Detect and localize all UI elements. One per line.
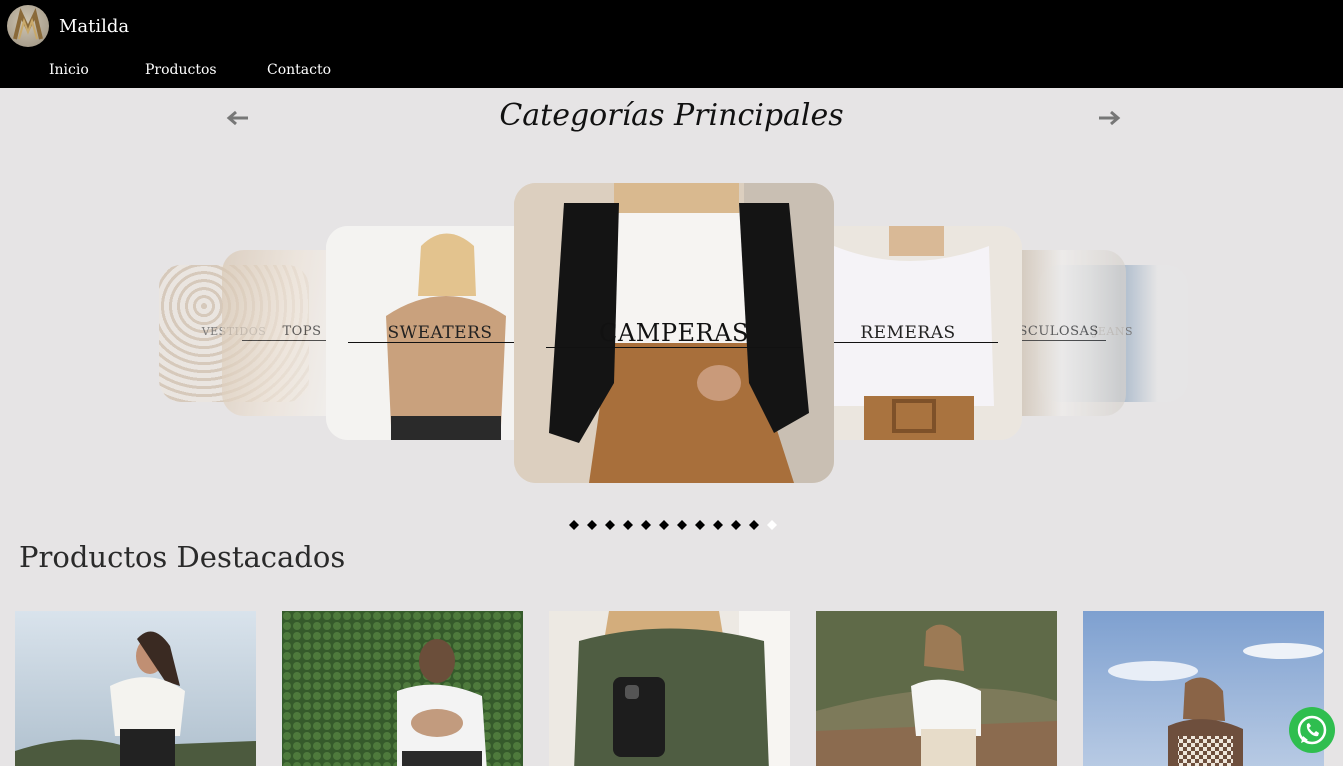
carousel-dot[interactable] (749, 515, 759, 530)
carousel-pagination (569, 515, 777, 530)
product-card-4[interactable] (816, 611, 1057, 766)
brand-name[interactable]: Matilda (59, 16, 129, 37)
nav-inicio[interactable]: Inicio (49, 62, 89, 78)
carousel-dot[interactable] (695, 515, 705, 530)
carousel-dot[interactable] (731, 515, 741, 530)
carousel-dot[interactable] (767, 515, 777, 530)
carousel-dot[interactable] (569, 515, 579, 530)
carousel-dot[interactable] (623, 515, 633, 530)
label-underline (546, 347, 802, 348)
carousel-dot[interactable] (641, 515, 651, 530)
categories-title: Categorías Principales (499, 98, 844, 133)
category-card-camperas[interactable]: CAMPERAS (514, 183, 834, 483)
nav-productos[interactable]: Productos (145, 62, 217, 78)
product-card-5[interactable] (1083, 611, 1324, 766)
category-label: CAMPERAS (599, 319, 749, 347)
carousel-dot[interactable] (677, 515, 687, 530)
product-card-2[interactable] (282, 611, 523, 766)
carousel-dot[interactable] (605, 515, 615, 530)
carousel-dot[interactable] (587, 515, 597, 530)
product-image (1083, 611, 1324, 766)
product-image (816, 611, 1057, 766)
arrow-right-icon[interactable] (1097, 106, 1121, 130)
label-underline (348, 342, 516, 343)
product-card-1[interactable] (15, 611, 256, 766)
product-card-3[interactable] (549, 611, 790, 766)
product-image (282, 611, 523, 766)
whatsapp-icon[interactable] (1289, 707, 1335, 753)
carousel-dot[interactable] (713, 515, 723, 530)
carousel-dot[interactable] (659, 515, 669, 530)
featured-title: Productos Destacados (19, 540, 346, 574)
matilda-logo-icon[interactable] (7, 5, 49, 47)
product-image (549, 611, 790, 766)
nav-contacto[interactable]: Contacto (267, 62, 331, 78)
label-underline (834, 342, 998, 343)
site-header: Matilda Inicio Productos Contacto (0, 0, 1343, 88)
product-image (15, 611, 256, 766)
